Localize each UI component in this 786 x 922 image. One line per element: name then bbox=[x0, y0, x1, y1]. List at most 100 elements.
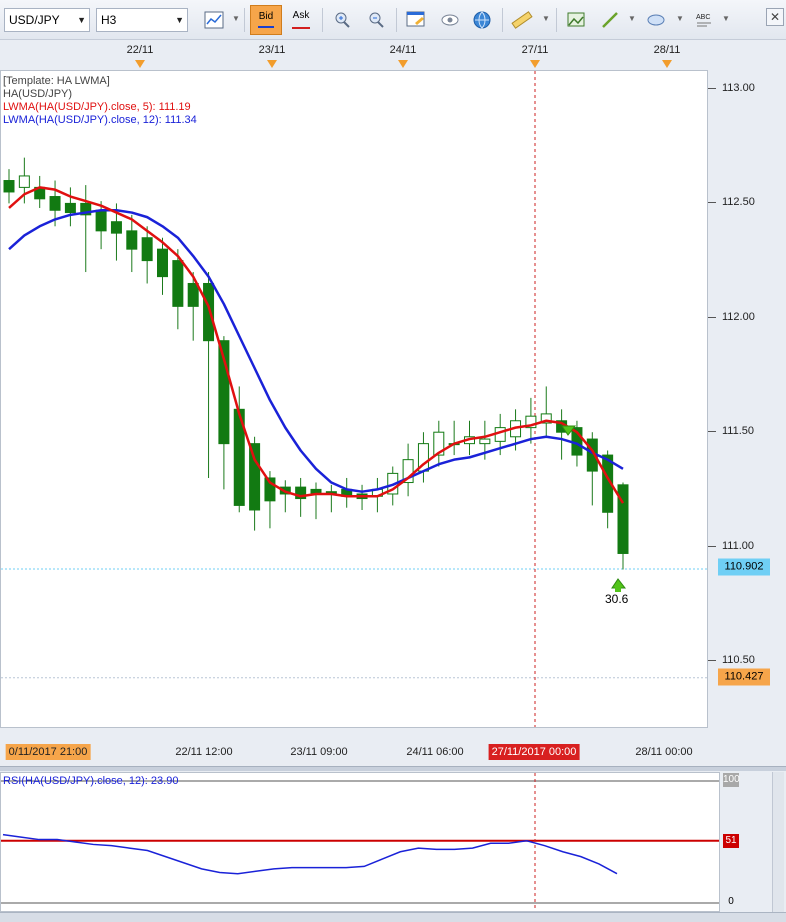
symbol-value: USD/JPY bbox=[9, 13, 60, 27]
ha-candle bbox=[49, 196, 61, 211]
chart-type-button[interactable] bbox=[200, 6, 228, 34]
price-label: 112.50 bbox=[722, 196, 755, 208]
ha-candle bbox=[3, 180, 15, 193]
price-tick bbox=[708, 317, 716, 318]
rsi-canvas[interactable] bbox=[1, 773, 719, 911]
ha-candle bbox=[187, 282, 199, 307]
top-date-label: 23/11 bbox=[258, 44, 286, 56]
ha-candle bbox=[203, 282, 215, 342]
ha-candle bbox=[141, 237, 153, 262]
rsi-axis-label-0: 0 bbox=[728, 896, 734, 907]
top-date-axis: 22/11 23/11 24/11 27/11 28/11 bbox=[0, 40, 786, 70]
top-date-label: 22/11 bbox=[126, 44, 154, 56]
day-marker-icon[interactable] bbox=[267, 60, 277, 68]
image-icon bbox=[567, 12, 585, 27]
price-label: 111.00 bbox=[722, 540, 755, 552]
day-marker-icon[interactable] bbox=[398, 60, 408, 68]
low-price-box: 110.427 bbox=[718, 668, 770, 686]
panel-splitter[interactable] bbox=[0, 766, 786, 771]
view-button[interactable] bbox=[436, 6, 464, 34]
price-tick bbox=[708, 660, 716, 661]
trading-chart-window: { "toolbar": { "symbol": "USD/JPY", "tim… bbox=[0, 0, 786, 922]
ha-legend: HA(USD/JPY) bbox=[3, 88, 73, 100]
text-tool-label: ABC bbox=[696, 14, 710, 21]
ruler-button[interactable] bbox=[508, 6, 536, 34]
time-axis[interactable]: 0/11/2017 21:00 22/11 12:00 23/11 09:00 … bbox=[0, 742, 786, 764]
text-tool-button[interactable]: ABC bbox=[690, 6, 718, 34]
ha-candle bbox=[479, 438, 491, 445]
chart-type-icon bbox=[204, 11, 224, 29]
text-tool-icon: ABC bbox=[696, 14, 711, 27]
line-tool-button[interactable] bbox=[596, 6, 624, 34]
chevron-down-icon: ▼ bbox=[77, 15, 86, 25]
ha-candle bbox=[172, 260, 184, 307]
zoom-in-icon bbox=[335, 12, 350, 28]
ha-candle bbox=[110, 221, 122, 234]
price-label: 113.00 bbox=[722, 82, 755, 94]
ask-price-button[interactable]: Ask bbox=[285, 5, 317, 35]
eye-icon bbox=[441, 14, 459, 26]
price-chart-canvas[interactable] bbox=[1, 71, 707, 727]
status-strip bbox=[0, 912, 786, 922]
chart-toolbar: USD/JPY ▼ H3 ▼ ▼ Bid Ask ▼ ▼ ▼ ABC ▼ ✕ bbox=[0, 0, 786, 40]
ellipse-icon bbox=[647, 14, 665, 26]
current-price-box: 110.902 bbox=[718, 558, 770, 576]
settings-window-icon bbox=[406, 11, 425, 27]
time-label: 24/11 06:00 bbox=[406, 746, 464, 758]
price-tick bbox=[708, 546, 716, 547]
ask-label: Ask bbox=[292, 10, 310, 21]
chevron-down-icon: ▼ bbox=[175, 15, 184, 25]
lwma5-legend: LWMA(HA(USD/JPY).close, 5): 111.19 bbox=[3, 101, 191, 113]
ha-candle bbox=[18, 175, 30, 188]
price-label: 111.50 bbox=[722, 425, 755, 437]
chevron-down-icon[interactable]: ▼ bbox=[542, 14, 550, 23]
time-label-cursor: 27/11/2017 00:00 bbox=[488, 744, 580, 760]
chevron-down-icon[interactable]: ▼ bbox=[676, 14, 684, 23]
ha-candle bbox=[64, 202, 76, 214]
chevron-down-icon[interactable]: ▼ bbox=[232, 14, 240, 23]
price-tick bbox=[708, 202, 716, 203]
ruler-icon bbox=[511, 11, 533, 29]
bid-price-button[interactable]: Bid bbox=[250, 5, 282, 35]
top-date-label: 24/11 bbox=[389, 44, 417, 56]
day-marker-icon[interactable] bbox=[662, 60, 672, 68]
price-tick bbox=[708, 88, 716, 89]
bid-underline bbox=[258, 26, 274, 28]
rsi-axis-label-100: 100 bbox=[723, 773, 740, 787]
ha-candle bbox=[126, 230, 138, 250]
lwma12-line bbox=[8, 209, 624, 493]
close-icon[interactable]: ✕ bbox=[766, 8, 784, 26]
zoom-out-button[interactable] bbox=[362, 6, 390, 34]
bid-label: Bid bbox=[258, 11, 274, 22]
globe-button[interactable] bbox=[468, 6, 496, 34]
zoom-in-button[interactable] bbox=[328, 6, 356, 34]
image-button[interactable] bbox=[562, 6, 590, 34]
chevron-down-icon[interactable]: ▼ bbox=[722, 14, 730, 23]
price-axis[interactable]: 113.00 112.50 112.00 111.50 111.00 110.5… bbox=[708, 70, 770, 728]
time-label: 23/11 09:00 bbox=[290, 746, 348, 758]
top-date-label: 27/11 bbox=[521, 44, 549, 56]
price-chart-panel[interactable]: [Template: HA LWMA] HA(USD/JPY) LWMA(HA(… bbox=[0, 70, 708, 728]
day-marker-icon[interactable] bbox=[135, 60, 145, 68]
rsi-axis-label-level: 51 bbox=[723, 834, 739, 848]
time-label: 22/11 12:00 bbox=[175, 746, 233, 758]
rsi-panel[interactable]: RSI(HA(USD/JPY).close, 12): 23.90 bbox=[0, 772, 720, 912]
chart-settings-button[interactable] bbox=[402, 6, 430, 34]
signal-up-arrow-icon bbox=[611, 578, 627, 589]
ellipse-tool-button[interactable] bbox=[642, 6, 670, 34]
signal-value-label: 30.6 bbox=[605, 592, 629, 606]
chevron-down-icon[interactable]: ▼ bbox=[628, 14, 636, 23]
rsi-axis: 100 51 0 bbox=[720, 772, 776, 912]
symbol-select[interactable]: USD/JPY ▼ bbox=[4, 8, 90, 32]
vertical-scrollbar[interactable] bbox=[772, 772, 784, 912]
timeframe-select[interactable]: H3 ▼ bbox=[96, 8, 188, 32]
time-label: 28/11 00:00 bbox=[635, 746, 693, 758]
top-date-label: 28/11 bbox=[653, 44, 681, 56]
day-marker-icon[interactable] bbox=[530, 60, 540, 68]
rsi-legend: RSI(HA(USD/JPY).close, 12): 23.90 bbox=[3, 775, 179, 787]
pencil-line-icon bbox=[602, 12, 618, 28]
price-label: 112.00 bbox=[722, 311, 755, 323]
ha-candle bbox=[157, 248, 168, 278]
globe-icon bbox=[473, 11, 491, 29]
timeframe-value: H3 bbox=[101, 13, 117, 27]
